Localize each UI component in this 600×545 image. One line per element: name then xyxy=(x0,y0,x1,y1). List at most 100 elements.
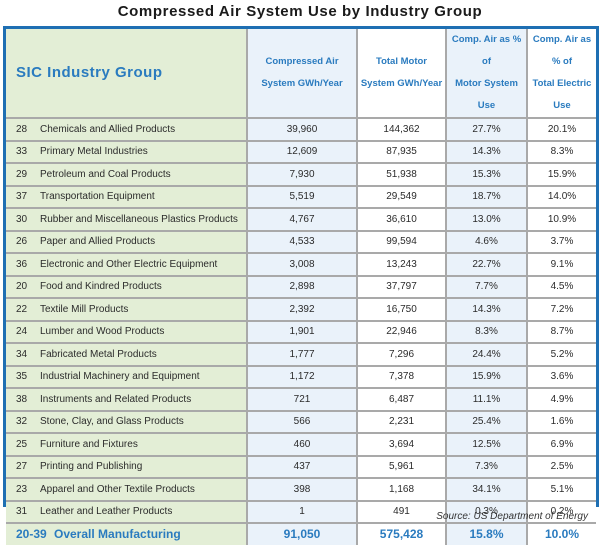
compressed-air-cell: 1,777 xyxy=(246,342,358,367)
sic-code: 27 xyxy=(16,461,28,473)
pct-electric-cell: 3.7% xyxy=(526,229,596,254)
sic-code: 34 xyxy=(16,348,28,360)
sic-code: 25 xyxy=(16,438,28,450)
group-name: Transportation Equipment xyxy=(40,191,155,203)
total-pct-electric: 10.0% xyxy=(526,522,596,545)
pct-motor-cell: 12.5% xyxy=(445,432,528,457)
table-row: 36 Electronic and Other Electric Equipmen… xyxy=(6,252,596,277)
group-name: Paper and Allied Products xyxy=(40,236,156,248)
pct-motor-cell: 22.7% xyxy=(445,252,528,277)
sic-code: 22 xyxy=(16,303,28,315)
pct-electric-cell: 6.9% xyxy=(526,432,596,457)
group-name: Apparel and Other Textile Products xyxy=(40,483,195,495)
total-row: 20-39 Overall Manufacturing 91,050 575,42… xyxy=(6,522,596,545)
compressed-air-cell: 4,533 xyxy=(246,229,358,254)
group-name: Rubber and Miscellaneous Plastics Produc… xyxy=(40,213,238,225)
table-row: 28 Chemicals and Allied Products 39,960 144… xyxy=(6,117,596,142)
total-motor-cell: 1,168 xyxy=(356,477,447,502)
compressed-air-cell: 721 xyxy=(246,387,358,412)
total-motor-cell: 36,610 xyxy=(356,207,447,232)
table-row: 29 Petroleum and Coal Products 7,930 51,938… xyxy=(6,162,596,187)
table-row: 25 Furniture and Fixtures 460 3,694 12.5% 6.9… xyxy=(6,432,596,457)
table-row: 38 Instruments and Related Products 721 6,4… xyxy=(6,387,596,412)
table-row: 32 Stone, Clay, and Glass Products 566 2,23… xyxy=(6,409,596,434)
table-row: 24 Lumber and Wood Products 1,901 22,946 8.3… xyxy=(6,319,596,344)
pct-electric-cell: 4.5% xyxy=(526,274,596,299)
table-row: 20 Food and Kindred Products 2,898 37,797 7.… xyxy=(6,274,596,299)
header-pct-electric: Comp. Air as % of Total Electric Use xyxy=(526,29,596,119)
pct-motor-cell: 34.1% xyxy=(445,477,528,502)
total-air: 91,050 xyxy=(246,522,358,545)
group-cell: 36 Electronic and Other Electric Equipmen… xyxy=(6,252,248,277)
group-cell: 27 Printing and Publishing xyxy=(6,454,248,479)
table-row: 23 Apparel and Other Textile Products 398 1… xyxy=(6,477,596,502)
pct-electric-cell: 8.7% xyxy=(526,319,596,344)
total-motor-cell: 16,750 xyxy=(356,297,447,322)
total-motor-cell: 87,935 xyxy=(356,139,447,164)
header-line: Total Electric Use xyxy=(532,78,592,111)
sic-code: 29 xyxy=(16,168,28,180)
pct-electric-cell: 4.9% xyxy=(526,387,596,412)
group-cell: 23 Apparel and Other Textile Products xyxy=(6,477,248,502)
group-cell: 22 Textile Mill Products xyxy=(6,297,248,322)
sic-code: 38 xyxy=(16,393,28,405)
group-name: Instruments and Related Products xyxy=(40,393,192,405)
compressed-air-cell: 2,392 xyxy=(246,297,358,322)
total-motor-cell: 6,487 xyxy=(356,387,447,412)
total-motor-cell: 491 xyxy=(356,499,447,524)
total-motor-cell: 5,961 xyxy=(356,454,447,479)
pct-motor-cell: 14.3% xyxy=(445,139,528,164)
sic-code: 33 xyxy=(16,146,28,158)
sic-code: 31 xyxy=(16,506,28,518)
total-motor-cell: 2,231 xyxy=(356,409,447,434)
group-cell: 28 Chemicals and Allied Products xyxy=(6,117,248,142)
total-motor-cell: 99,594 xyxy=(356,229,447,254)
pct-motor-cell: 15.3% xyxy=(445,162,528,187)
compressed-air-cell: 1 xyxy=(246,499,358,524)
header-line: System GWh/Year xyxy=(261,78,343,89)
header-line: System GWh/Year xyxy=(360,78,443,89)
table-title: Compressed Air System Use by Industry Gr… xyxy=(117,3,483,20)
total-motor-cell: 29,549 xyxy=(356,184,447,209)
total-motor-cell: 22,946 xyxy=(356,319,447,344)
group-cell: 20 Food and Kindred Products xyxy=(6,274,248,299)
group-name: Food and Kindred Products xyxy=(40,281,162,293)
compressed-air-cell: 7,930 xyxy=(246,162,358,187)
pct-electric-cell: 20.1% xyxy=(526,117,596,142)
table-row: 33 Primary Metal Industries 12,609 87,935 14… xyxy=(6,139,596,164)
pct-motor-cell: 25.4% xyxy=(445,409,528,434)
pct-motor-cell: 14.3% xyxy=(445,297,528,322)
header-sic-industry-group: SIC Industry Group xyxy=(6,29,248,119)
sic-code: 24 xyxy=(16,326,28,338)
table-row: 37 Transportation Equipment 5,519 29,549 18.… xyxy=(6,184,596,209)
group-name: Fabricated Metal Products xyxy=(40,348,157,360)
pct-motor-cell: 24.4% xyxy=(445,342,528,367)
group-cell: 24 Lumber and Wood Products xyxy=(6,319,248,344)
pct-motor-cell: 4.6% xyxy=(445,229,528,254)
sic-code: 20-39 xyxy=(16,527,47,542)
sic-code: 32 xyxy=(16,416,28,428)
pct-electric-cell: 7.2% xyxy=(526,297,596,322)
pct-motor-cell: 15.9% xyxy=(445,364,528,389)
pct-electric-cell: 2.5% xyxy=(526,454,596,479)
pct-motor-cell: 11.1% xyxy=(445,387,528,412)
group-name: Stone, Clay, and Glass Products xyxy=(40,416,184,428)
table-row: 26 Paper and Allied Products 4,533 99,594 4.… xyxy=(6,229,596,254)
pct-electric-cell: 9.1% xyxy=(526,252,596,277)
compressed-air-cell: 39,960 xyxy=(246,117,358,142)
pct-electric-cell: 3.6% xyxy=(526,364,596,389)
group-cell: 35 Industrial Machinery and Equipment xyxy=(6,364,248,389)
group-name: Primary Metal Industries xyxy=(40,146,148,158)
total-motor-cell: 51,938 xyxy=(356,162,447,187)
header-line: Comp. Air as % of xyxy=(532,34,592,67)
compressed-air-cell: 2,898 xyxy=(246,274,358,299)
total-motor-cell: 7,378 xyxy=(356,364,447,389)
sic-code: 23 xyxy=(16,483,28,495)
group-name: Printing and Publishing xyxy=(40,461,143,473)
group-name: Furniture and Fixtures xyxy=(40,438,138,450)
compressed-air-cell: 566 xyxy=(246,409,358,434)
pct-electric-cell: 15.9% xyxy=(526,162,596,187)
group-cell: 33 Primary Metal Industries xyxy=(6,139,248,164)
compressed-air-cell: 1,172 xyxy=(246,364,358,389)
group-name: Textile Mill Products xyxy=(40,303,129,315)
